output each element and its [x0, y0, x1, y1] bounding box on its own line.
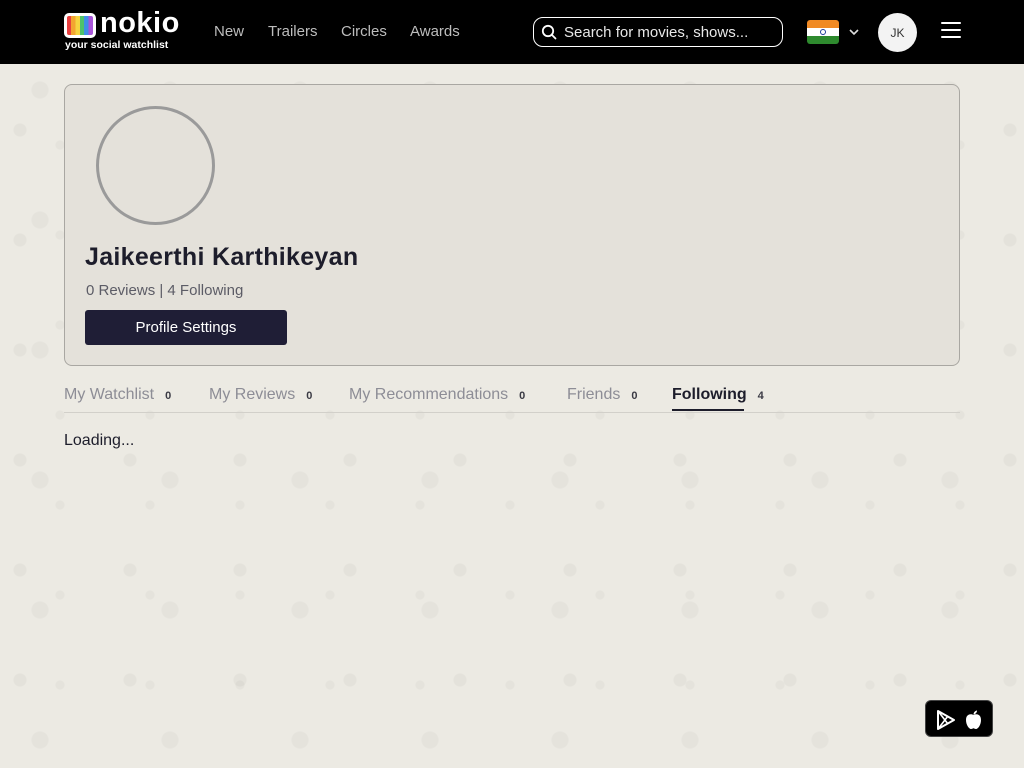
- tab-following[interactable]: Following 4: [672, 386, 764, 411]
- tab-label: Friends: [567, 386, 621, 403]
- tab-label: My Recommendations: [349, 386, 509, 403]
- tab-count: 0: [306, 390, 313, 402]
- tab-count: 0: [165, 390, 172, 402]
- tab-label: My Reviews: [209, 386, 296, 403]
- profile-settings-button[interactable]: Profile Settings: [85, 310, 287, 345]
- profile-stats: 0 Reviews | 4 Following: [86, 282, 244, 299]
- nav-trailers[interactable]: Trailers: [268, 22, 317, 42]
- tab-count: 4: [757, 390, 764, 402]
- tab-my-reviews[interactable]: My Reviews 0: [209, 386, 312, 411]
- tab-label: Following: [672, 386, 747, 403]
- tab-friends[interactable]: Friends 0: [567, 386, 637, 411]
- logo-tagline: your social watchlist: [65, 39, 169, 51]
- tab-label: My Watchlist: [64, 386, 155, 403]
- top-header: nokio your social watchlist New Trailers…: [0, 0, 1024, 64]
- tab-count: 0: [519, 390, 526, 402]
- logo-wordmark: nokio: [100, 7, 180, 39]
- search-icon: [541, 24, 557, 40]
- profile-picture[interactable]: [96, 106, 215, 225]
- profile-tabs: My Watchlist 0 My Reviews 0 My Recommendat…: [64, 380, 960, 413]
- profile-name: Jaikeerthi Karthikeyan: [85, 243, 359, 271]
- app-download-badge[interactable]: [925, 700, 993, 737]
- tab-my-watchlist[interactable]: My Watchlist 0: [64, 386, 171, 411]
- nav-new[interactable]: New: [214, 22, 244, 42]
- search-box[interactable]: [533, 17, 783, 47]
- user-avatar[interactable]: JK: [878, 13, 917, 52]
- tab-count: 0: [631, 390, 638, 402]
- nav-awards[interactable]: Awards: [410, 22, 460, 42]
- search-input[interactable]: [564, 18, 776, 46]
- loading-status: Loading...: [64, 432, 135, 449]
- nav-circles[interactable]: Circles: [341, 22, 387, 42]
- india-flag-icon[interactable]: [807, 20, 839, 44]
- apple-icon[interactable]: [963, 709, 984, 731]
- tab-my-recommendations[interactable]: My Recommendations 0: [349, 386, 525, 411]
- nokio-logo[interactable]: nokio your social watchlist: [64, 7, 179, 52]
- chevron-down-icon[interactable]: [848, 26, 860, 38]
- hamburger-menu-icon[interactable]: [941, 22, 961, 42]
- profile-card: Jaikeerthi Karthikeyan 0 Reviews | 4 Fol…: [64, 84, 960, 366]
- google-play-icon[interactable]: [935, 709, 957, 731]
- tv-logo-icon: [64, 13, 96, 38]
